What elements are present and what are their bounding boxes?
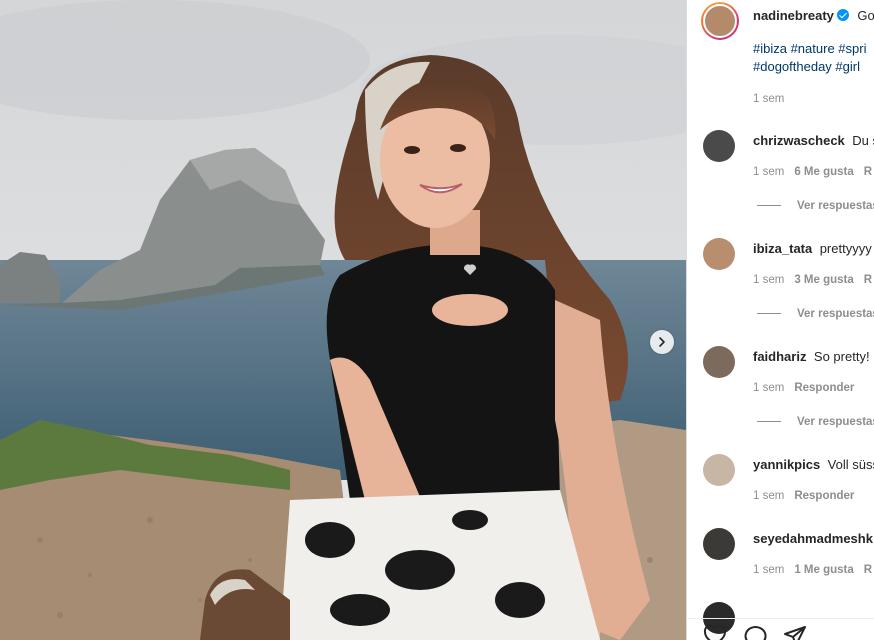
- replies-divider: [757, 421, 781, 423]
- comment-text: Voll süss: [827, 457, 874, 472]
- hashtags: #ibiza #nature #spri #dogoftheday #girl: [753, 40, 866, 76]
- comment-avatar[interactable]: [703, 528, 735, 560]
- reply-button[interactable]: R: [864, 166, 872, 178]
- comment-username[interactable]: ibiza_tata: [753, 241, 812, 256]
- comment-row: yannikpics Voll süss: [753, 456, 874, 474]
- hashtags-line-2[interactable]: #dogoftheday #girl: [753, 58, 866, 76]
- chevron-right-icon: [659, 337, 665, 347]
- view-replies[interactable]: Ver respuestas: [757, 308, 874, 320]
- comment-meta: 1 sem 6 Me gusta R: [753, 166, 872, 178]
- view-replies-label: Ver respuestas: [797, 200, 874, 212]
- comment-likes[interactable]: 3 Me gusta: [794, 274, 853, 286]
- comment-likes[interactable]: 1 Me gusta: [794, 564, 853, 576]
- caption-row: nadinebreaty Go: [753, 7, 874, 25]
- action-bar: [687, 618, 874, 640]
- comment-time[interactable]: 1 sem: [753, 382, 784, 394]
- comment-meta: 1 sem 1 Me gusta R: [753, 564, 872, 576]
- view-replies[interactable]: Ver respuestas: [757, 200, 874, 212]
- reply-button[interactable]: R: [864, 564, 872, 576]
- photo-illustration: [0, 0, 686, 640]
- instagram-post-view: nadinebreaty Go #ibiza #nature #spri #do…: [0, 0, 874, 640]
- view-replies[interactable]: Ver respuestas: [757, 416, 874, 428]
- author-avatar[interactable]: [701, 2, 739, 40]
- next-photo-button[interactable]: [650, 330, 674, 354]
- comment-time[interactable]: 1 sem: [753, 564, 784, 576]
- comment-avatar[interactable]: [703, 238, 735, 270]
- comment-text: So pretty!: [813, 349, 870, 364]
- comment-username[interactable]: seyedahmadmeshk: [753, 531, 873, 546]
- comment-text: prettyyyy: [819, 241, 872, 256]
- verified-icon: [836, 9, 849, 21]
- comment-row: ibiza_tata prettyyyy: [753, 240, 872, 258]
- author-username[interactable]: nadinebreaty: [753, 8, 834, 23]
- comment-avatar[interactable]: [703, 454, 735, 486]
- share-icon[interactable]: [783, 625, 807, 640]
- caption-text: Go: [857, 8, 874, 23]
- replies-divider: [757, 205, 781, 207]
- comment-username[interactable]: yannikpics: [753, 457, 820, 472]
- post-time[interactable]: 1 sem: [753, 93, 784, 105]
- comment-avatar[interactable]: [703, 346, 735, 378]
- post-photo: [0, 0, 686, 640]
- comment-time[interactable]: 1 sem: [753, 490, 784, 502]
- comment-meta: 1 sem Responder: [753, 490, 854, 502]
- reply-button[interactable]: Responder: [794, 382, 854, 394]
- comment-meta: 1 sem 3 Me gusta R: [753, 274, 872, 286]
- replies-divider: [757, 313, 781, 315]
- comment-likes[interactable]: 6 Me gusta: [794, 166, 853, 178]
- comment-username[interactable]: faidhariz: [753, 349, 806, 364]
- hashtags-line-1[interactable]: #ibiza #nature #spri: [753, 40, 866, 58]
- comment-time[interactable]: 1 sem: [753, 166, 784, 178]
- comment-row: seyedahmadmeshk: [753, 530, 873, 548]
- comment-avatar[interactable]: [703, 130, 735, 162]
- heart-icon[interactable]: [703, 625, 727, 640]
- comment-time[interactable]: 1 sem: [753, 274, 784, 286]
- comment-text: Du s: [852, 133, 874, 148]
- comment-meta: 1 sem Responder: [753, 382, 854, 394]
- view-replies-label: Ver respuestas: [797, 308, 874, 320]
- comment-username[interactable]: chrizwascheck: [753, 133, 845, 148]
- reply-button[interactable]: Responder: [794, 490, 854, 502]
- reply-button[interactable]: R: [864, 274, 872, 286]
- comments-panel: nadinebreaty Go #ibiza #nature #spri #do…: [686, 0, 874, 640]
- comment-icon[interactable]: [743, 625, 767, 640]
- view-replies-label: Ver respuestas: [797, 416, 874, 428]
- comment-row: faidhariz So pretty!: [753, 348, 870, 366]
- comment-row: chrizwascheck Du s: [753, 132, 874, 150]
